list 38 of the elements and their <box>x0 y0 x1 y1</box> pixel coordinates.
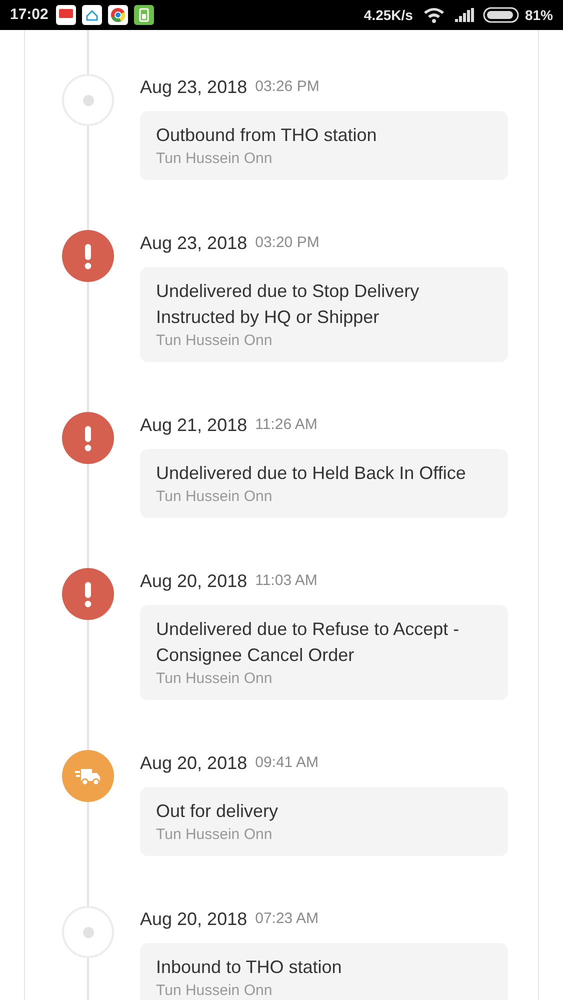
app-icon[interactable] <box>56 5 76 25</box>
battery-icon <box>482 7 521 23</box>
network-speed: 4.25K/s <box>364 6 413 24</box>
wifi-icon <box>422 7 445 23</box>
event-title: Undelivered due to Stop Delivery Instructed by HQ or Shipper <box>156 280 420 329</box>
signal-icon <box>454 8 475 22</box>
event-title: Undelivered due to Refuse to Accept - Consignee Cancel Order <box>156 618 460 667</box>
event-date: Aug 20, 2018 <box>140 570 248 593</box>
exclamation-icon <box>62 412 114 464</box>
event-title: Out for delivery <box>156 800 280 823</box>
event-time: 03:20 PM <box>255 232 320 253</box>
exclamation-icon <box>62 568 114 620</box>
event-title: Outbound from THO station <box>156 124 378 147</box>
event-date: Aug 20, 2018 <box>140 908 248 931</box>
battery-percent: 81% <box>524 6 553 24</box>
event-date: Aug 21, 2018 <box>140 414 248 437</box>
event-time: 11:03 AM <box>255 570 318 591</box>
exclamation-icon <box>62 230 114 282</box>
event-location: Tun Hussein Onn <box>156 981 274 1000</box>
event-date: Aug 23, 2018 <box>140 232 248 255</box>
clock: 17:02 <box>10 4 48 25</box>
event-date: Aug 20, 2018 <box>140 752 248 775</box>
event-time: 09:41 AM <box>255 752 318 773</box>
truck-icon <box>62 750 114 802</box>
event-time: 07:23 AM <box>255 908 318 929</box>
event-time: 11:26 AM <box>255 414 318 435</box>
event-location: Tun Hussein Onn <box>156 825 274 845</box>
event-title: Inbound to THO station <box>156 956 343 979</box>
battery-app-icon[interactable] <box>134 5 154 25</box>
browser-icon[interactable] <box>108 5 128 25</box>
event-title: Undelivered due to Held Back In Office <box>156 462 467 485</box>
home-icon[interactable] <box>82 5 102 25</box>
event-date: Aug 23, 2018 <box>140 76 248 99</box>
event-location: Tun Hussein Onn <box>156 331 274 351</box>
event-location: Tun Hussein Onn <box>156 149 274 169</box>
event-location: Tun Hussein Onn <box>156 669 274 689</box>
event-time: 03:26 PM <box>255 76 320 97</box>
event-location: Tun Hussein Onn <box>156 487 274 507</box>
